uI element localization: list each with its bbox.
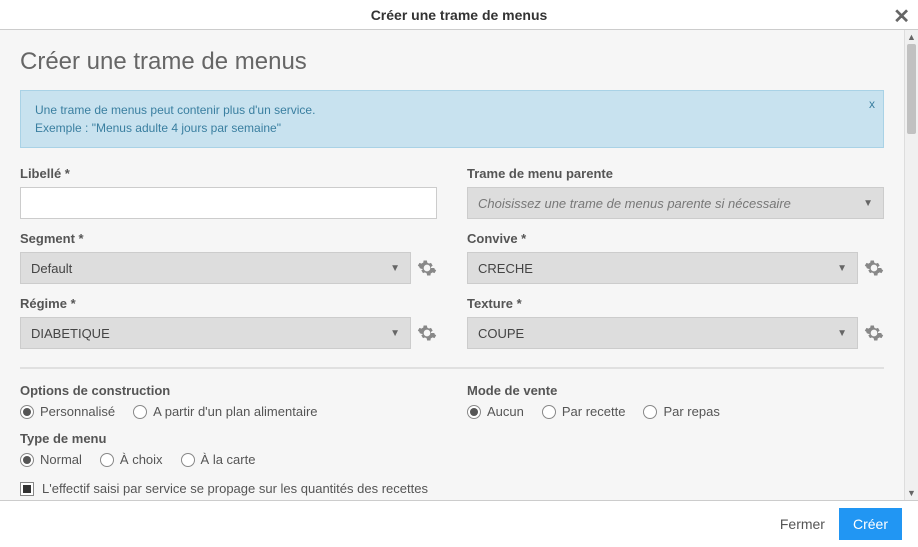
close-icon[interactable]: ✕ xyxy=(893,4,910,29)
texture-select[interactable]: COUPE ▼ xyxy=(467,317,858,349)
radio-icon xyxy=(467,405,481,419)
radio-a-choix[interactable]: À choix xyxy=(100,452,163,467)
close-button[interactable]: Fermer xyxy=(780,516,825,532)
convive-value: CRECHE xyxy=(478,261,533,276)
convive-select[interactable]: CRECHE ▼ xyxy=(467,252,858,284)
modal-body: Créer une trame de menus x Une trame de … xyxy=(0,30,904,500)
radio-label: Par recette xyxy=(562,404,626,419)
chevron-down-icon: ▼ xyxy=(837,263,847,274)
regime-label: Régime * xyxy=(20,296,437,311)
trame-parente-select[interactable]: Choisissez une trame de menus parente si… xyxy=(467,187,884,219)
gear-icon[interactable] xyxy=(864,323,884,343)
radio-icon xyxy=(100,453,114,467)
checkbox-effectif-propage[interactable]: L'effectif saisi par service se propage … xyxy=(20,481,884,496)
radio-personnalise[interactable]: Personnalisé xyxy=(20,404,115,419)
radio-par-repas[interactable]: Par repas xyxy=(643,404,719,419)
info-line2: Exemple : "Menus adulte 4 jours par sema… xyxy=(35,119,869,137)
modal-title: Créer une trame de menus xyxy=(371,7,548,23)
radio-label: Par repas xyxy=(663,404,719,419)
radio-icon xyxy=(133,405,147,419)
divider xyxy=(20,367,884,369)
radio-label: Aucun xyxy=(487,404,524,419)
radio-a-la-carte[interactable]: À la carte xyxy=(181,452,256,467)
scroll-down-icon[interactable]: ▼ xyxy=(905,486,918,500)
chevron-down-icon: ▼ xyxy=(837,328,847,339)
radio-par-recette[interactable]: Par recette xyxy=(542,404,626,419)
gear-icon[interactable] xyxy=(417,323,437,343)
radio-icon xyxy=(181,453,195,467)
libelle-label: Libellé * xyxy=(20,166,437,181)
radio-normal[interactable]: Normal xyxy=(20,452,82,467)
scrollbar[interactable]: ▲ ▼ xyxy=(904,30,918,500)
chevron-down-icon: ▼ xyxy=(863,198,873,209)
gear-icon[interactable] xyxy=(864,258,884,278)
modal-footer: Fermer Créer xyxy=(0,500,918,547)
radio-icon xyxy=(20,405,34,419)
texture-value: COUPE xyxy=(478,326,524,341)
convive-label: Convive * xyxy=(467,231,884,246)
segment-label: Segment * xyxy=(20,231,437,246)
regime-select[interactable]: DIABETIQUE ▼ xyxy=(20,317,411,349)
info-line1: Une trame de menus peut contenir plus d'… xyxy=(35,101,869,119)
checkbox-icon xyxy=(20,482,34,496)
info-banner: x Une trame de menus peut contenir plus … xyxy=(20,90,884,148)
segment-value: Default xyxy=(31,261,72,276)
info-close-icon[interactable]: x xyxy=(869,95,875,113)
radio-label: Normal xyxy=(40,452,82,467)
radio-icon xyxy=(542,405,556,419)
regime-value: DIABETIQUE xyxy=(31,326,110,341)
radio-plan-alimentaire[interactable]: A partir d'un plan alimentaire xyxy=(133,404,317,419)
radio-label: Personnalisé xyxy=(40,404,115,419)
construction-label: Options de construction xyxy=(20,383,437,398)
trame-parente-value: Choisissez une trame de menus parente si… xyxy=(478,196,791,211)
radio-label: À choix xyxy=(120,452,163,467)
mode-vente-label: Mode de vente xyxy=(467,383,884,398)
libelle-input[interactable] xyxy=(20,187,437,219)
radio-icon xyxy=(643,405,657,419)
chevron-down-icon: ▼ xyxy=(390,328,400,339)
scroll-thumb[interactable] xyxy=(907,44,916,134)
page-title: Créer une trame de menus xyxy=(20,48,884,76)
gear-icon[interactable] xyxy=(417,258,437,278)
radio-label: A partir d'un plan alimentaire xyxy=(153,404,317,419)
create-button[interactable]: Créer xyxy=(839,508,902,540)
radio-aucun[interactable]: Aucun xyxy=(467,404,524,419)
trame-parente-label: Trame de menu parente xyxy=(467,166,884,181)
checkbox-label: L'effectif saisi par service se propage … xyxy=(42,481,428,496)
type-menu-label: Type de menu xyxy=(20,431,884,446)
scroll-up-icon[interactable]: ▲ xyxy=(905,30,918,44)
texture-label: Texture * xyxy=(467,296,884,311)
radio-icon xyxy=(20,453,34,467)
modal-header: Créer une trame de menus ✕ xyxy=(0,0,918,30)
segment-select[interactable]: Default ▼ xyxy=(20,252,411,284)
chevron-down-icon: ▼ xyxy=(390,263,400,274)
radio-label: À la carte xyxy=(201,452,256,467)
